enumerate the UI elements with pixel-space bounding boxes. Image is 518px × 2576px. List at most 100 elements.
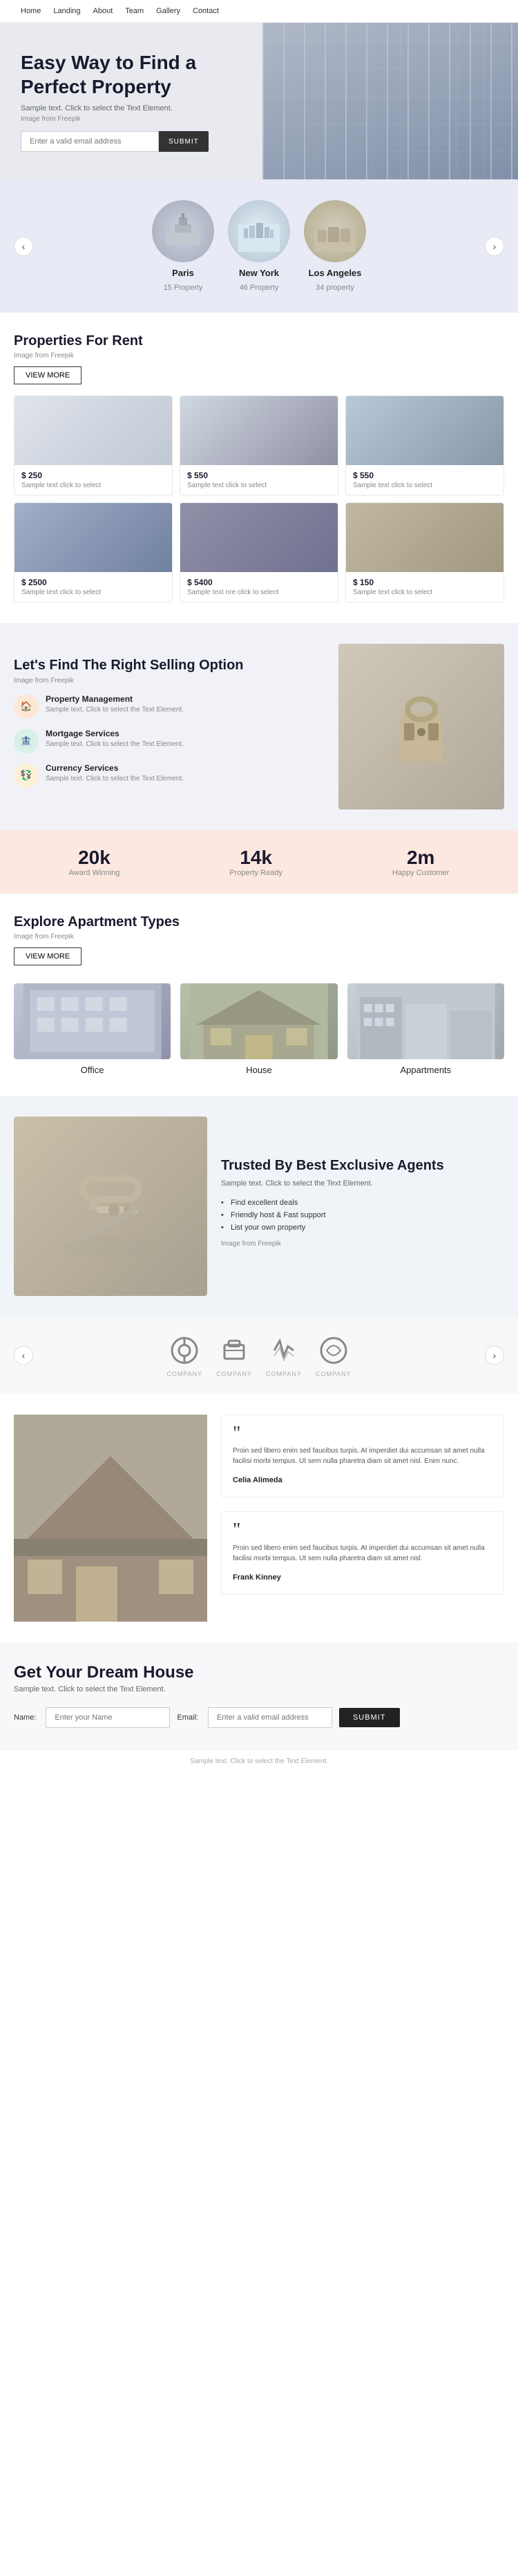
stats-section: 20k Award Winning 14k Property Ready 2m … (0, 830, 518, 894)
property-info-2: $ 550 Sample text click to select (346, 465, 503, 495)
property-card-5: $ 150 Sample text click to select (345, 502, 504, 602)
service-icon-1: 🏦 (14, 729, 39, 754)
service-title-1: Mortgage Services (46, 729, 184, 738)
hero-freepik-label: Image from Freepik (21, 115, 256, 123)
dream-form: Name: Email: SUBMIT (14, 1707, 504, 1728)
la-icon (314, 210, 356, 252)
city-paris: Paris 15 Property (152, 200, 214, 292)
dream-email-row: Email: (177, 1707, 332, 1728)
apt-view-more[interactable]: VIEW MORE (14, 947, 81, 965)
paris-icon (162, 210, 204, 252)
logo-svg-1 (219, 1335, 249, 1366)
logo-svg-0 (169, 1335, 200, 1366)
selling-text: Let's Find The Right Selling Option Imag… (14, 656, 325, 798)
apt-apartments-image (347, 983, 504, 1059)
apt-apartments: Appartments (347, 983, 504, 1075)
city-paris-name: Paris (172, 268, 194, 278)
city-newyork-image (228, 200, 290, 262)
trusted-sample-text: Sample text. Click to select the Text El… (221, 1179, 504, 1188)
property-image-5 (346, 503, 503, 572)
logo-svg-2 (269, 1335, 299, 1366)
property-card-0: $ 250 Sample text click to select (14, 395, 173, 495)
property-grid: $ 250 Sample text click to select $ 550 … (14, 395, 504, 602)
testimonial-house-image (14, 1415, 207, 1622)
service-item-1: 🏦 Mortgage Services Sample text. Click t… (14, 729, 325, 754)
service-item-0: 🏠 Property Management Sample text. Click… (14, 694, 325, 719)
service-icon-2: 💱 (14, 763, 39, 788)
property-info-5: $ 150 Sample text click to select (346, 572, 503, 602)
stat-label-0: Award Winning (69, 869, 120, 877)
apartments-svg (347, 983, 504, 1059)
city-paris-image (152, 200, 214, 262)
rent-title: Properties For Rent (14, 333, 504, 349)
selling-section: Let's Find The Right Selling Option Imag… (0, 623, 518, 830)
service-title-2: Currency Services (46, 763, 184, 773)
cities-next-button[interactable]: › (485, 237, 504, 256)
logo-label-3: COMPANY (316, 1370, 352, 1377)
property-info-3: $ 2500 Sample text click to select (15, 572, 172, 602)
rent-section: Properties For Rent Image from Freepik V… (0, 313, 518, 623)
property-price-0: $ 250 (21, 471, 165, 480)
testimonial-text-0: Proin sed libero enim sed faucibus turpi… (233, 1446, 492, 1466)
keys-illustration (366, 671, 477, 782)
stat-label-1: Property Ready (229, 869, 282, 877)
nav-landing[interactable]: Landing (53, 7, 80, 15)
dream-email-input[interactable] (208, 1707, 332, 1728)
trusted-section: Trusted By Best Exclusive Agents Sample … (0, 1096, 518, 1317)
property-desc-5: Sample text click to select (353, 589, 497, 596)
stat-item-2: 2m Happy Customer (392, 847, 450, 877)
logo-icon-1 (217, 1333, 251, 1368)
cities-prev-button[interactable]: ‹ (14, 237, 33, 256)
apt-title: Explore Apartment Types (14, 914, 504, 930)
hero-email-input[interactable] (21, 131, 159, 152)
hero-section: Easy Way to Find a Perfect Property Samp… (0, 23, 518, 179)
logo-icon-3 (316, 1333, 351, 1368)
nav-gallery[interactable]: Gallery (156, 7, 180, 15)
nav-about[interactable]: About (93, 7, 113, 15)
service-info-1: Mortgage Services Sample text. Click to … (46, 729, 184, 749)
selling-image (338, 644, 504, 809)
property-card-4: $ 5400 Sample text nre click to select (180, 502, 338, 602)
logo-item-1: COMPANY (216, 1333, 252, 1377)
logos-prev-button[interactable]: ‹ (14, 1346, 33, 1365)
property-price-3: $ 2500 (21, 578, 165, 587)
property-info-1: $ 550 Sample text click to select (180, 465, 338, 495)
nav-contact[interactable]: Contact (193, 7, 219, 15)
property-price-2: $ 550 (353, 471, 497, 480)
nav-links: Home Landing About Team Gallery Contact (21, 7, 219, 15)
nav-team[interactable]: Team (125, 7, 144, 15)
navigation: Home Landing About Team Gallery Contact (0, 0, 518, 23)
property-image-1 (180, 396, 338, 465)
city-newyork: New York 46 Property (228, 200, 290, 292)
newyork-icon (238, 210, 280, 252)
logos-next-button[interactable]: › (485, 1346, 504, 1365)
logo-icon-2 (267, 1333, 301, 1368)
property-image-0 (15, 396, 172, 465)
trusted-list-item-1: Friendly host & Fast support (221, 1211, 504, 1219)
property-image-4 (180, 503, 338, 572)
house-svg (180, 983, 337, 1059)
rent-view-more[interactable]: VIEW MORE (14, 366, 81, 384)
property-info-4: $ 5400 Sample text nre click to select (180, 572, 338, 602)
hero-sample-text: Sample text. Click to select the Text El… (21, 104, 256, 112)
apartment-types-section: Explore Apartment Types Image from Freep… (0, 894, 518, 1096)
property-info-0: $ 250 Sample text click to select (15, 465, 172, 495)
hero-submit-button[interactable]: SUBMIT (159, 131, 209, 152)
rent-freepik: Image from Freepik (14, 352, 504, 360)
logo-label-1: COMPANY (216, 1370, 252, 1377)
dream-submit-button[interactable]: SUBMIT (339, 1708, 400, 1727)
testimonials-section: " Proin sed libero enim sed faucibus tur… (0, 1394, 518, 1642)
property-desc-4: Sample text nre click to select (187, 589, 331, 596)
property-card-2: $ 550 Sample text click to select (345, 395, 504, 495)
cities-carousel: ‹ Paris 15 Property (14, 200, 504, 292)
service-item-2: 💱 Currency Services Sample text. Click t… (14, 763, 325, 788)
nav-home[interactable]: Home (21, 7, 41, 15)
cities-section: ‹ Paris 15 Property (0, 179, 518, 313)
dream-name-input[interactable] (46, 1707, 170, 1728)
logo-label-2: COMPANY (266, 1370, 302, 1377)
property-price-4: $ 5400 (187, 578, 331, 587)
service-desc-0: Sample text. Click to select the Text El… (46, 705, 184, 715)
hero-building (262, 23, 518, 179)
selling-title: Let's Find The Right Selling Option (14, 656, 325, 674)
city-la-image (304, 200, 366, 262)
